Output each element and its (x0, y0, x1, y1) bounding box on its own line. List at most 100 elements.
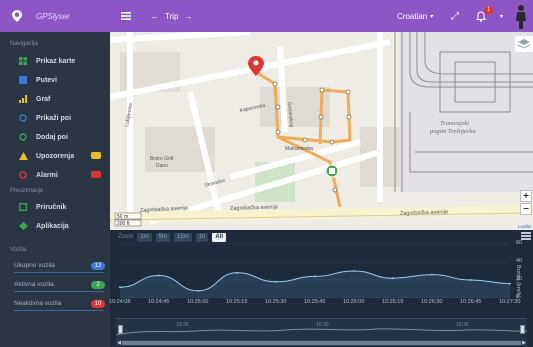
stat-label: Neaktivna vozila (14, 300, 62, 307)
sidebar-item-add-poi[interactable]: Dodaj poi (0, 129, 110, 145)
sidebar-item-label: Alarmi (36, 171, 58, 179)
chart-scrollbar[interactable]: ◀ ▶ (116, 340, 527, 346)
data-point[interactable] (470, 279, 472, 281)
map-canvas[interactable]: Lubljanska Kapucinska Gorjanskog Maksimi… (110, 32, 533, 230)
stat-badge: 12 (91, 262, 105, 270)
street-label: Maksimirska (285, 146, 313, 152)
speed-chart-panel: Zoom 1m 5m 15m 1h All 10:24:08 10:24:45 10… (109, 230, 533, 347)
zoom-in-button[interactable]: + (520, 190, 532, 202)
stat-active-vehicles[interactable]: Aktivna vozila 2 (14, 281, 105, 293)
location-pin-icon (12, 10, 22, 22)
notification-badge: 1 (484, 6, 494, 15)
section-title-tools: Preuzimanje (10, 188, 44, 194)
stat-total-vehicles[interactable]: Ukupno vozila 12 (14, 262, 105, 274)
map-scale: 50 m 200 ft (114, 212, 142, 227)
sidebar-item-alarms[interactable]: Alarmi (0, 167, 110, 183)
sidebar: Navigacija Prikaz karte Putevi Graf Prik… (0, 32, 110, 347)
x-tick-label: 10:26:00 (343, 299, 365, 305)
fullscreen-button[interactable]: ⤢ (451, 0, 459, 32)
user-avatar[interactable] (513, 0, 529, 32)
sidebar-item-label: Putevi (36, 76, 58, 84)
divider (14, 291, 104, 292)
sidebar-item-label: Aplikacija (36, 222, 69, 230)
stat-label: Aktivna vozila (14, 281, 54, 288)
chevron-down-icon: ▾ (430, 13, 434, 20)
user-menu-toggle[interactable]: ▾ (500, 0, 503, 32)
chevron-down-icon: ▾ (500, 13, 504, 20)
menu-toggle-button[interactable] (121, 0, 135, 32)
place-label: Dano (156, 163, 168, 169)
scale-imperial: 200 ft (117, 221, 130, 227)
sidebar-item-manual[interactable]: Priručnik (0, 199, 110, 215)
route-icon (18, 75, 28, 85)
x-tick-label: 10:25:15 (226, 299, 248, 305)
zoom-out-button[interactable]: − (520, 203, 532, 215)
sidebar-item-label: Prikaz karte (36, 57, 76, 65)
data-point[interactable] (392, 277, 394, 280)
map-view[interactable]: Lubljanska Kapucinska Gorjanskog Maksimi… (110, 32, 533, 230)
data-point[interactable] (197, 289, 199, 292)
stat-badge: 2 (91, 281, 105, 289)
data-point[interactable] (353, 270, 355, 272)
data-point[interactable] (275, 280, 277, 283)
sidebar-item-routes[interactable]: Putevi (0, 72, 110, 88)
top-bar: GPSlyser ← Trip → Croatian ▾ ⤢ 1 ▾ (0, 0, 533, 32)
chart-navigator[interactable]: 10:25 10:30 10:35 (115, 318, 528, 340)
data-point[interactable] (314, 275, 316, 278)
user-figure-icon (516, 5, 526, 29)
sidebar-item-graph[interactable]: Graf (0, 91, 110, 107)
arrow-right-icon[interactable]: → (184, 12, 192, 21)
y-tick-label: 60 (516, 240, 523, 246)
place-label: Tramvajski (440, 120, 469, 127)
data-point[interactable] (236, 271, 238, 274)
section-title-vehicles: Vozila (10, 247, 27, 253)
data-point[interactable] (509, 282, 511, 285)
vehicle-marker[interactable] (325, 164, 339, 178)
sidebar-item-app[interactable]: Aplikacija (0, 218, 110, 234)
hamburger-icon (121, 12, 131, 20)
navigator-handle-left[interactable] (118, 325, 123, 334)
scale-metric: 50 m (117, 214, 128, 220)
x-tick-label: 10:25:00 (187, 299, 209, 305)
warnings-tag (91, 152, 101, 159)
brand-name: GPSlyser (36, 11, 70, 21)
sidebar-item-label: Graf (36, 95, 51, 103)
sidebar-item-label: Prikaži poi (36, 114, 72, 122)
navigator-series: 10:25 10:30 10:35 (115, 322, 528, 336)
layers-button[interactable] (515, 36, 533, 52)
expand-icon: ⤢ (451, 10, 459, 22)
navigator-label: 10:30 (316, 322, 329, 328)
notifications-button[interactable]: 1 (476, 0, 494, 32)
data-point[interactable] (158, 274, 160, 277)
x-tick-label: 10:26:45 (460, 299, 482, 305)
stat-inactive-vehicles[interactable]: Neaktivna vozila 10 (14, 300, 105, 312)
navigator-label: 10:25 (176, 322, 189, 328)
x-tick-label: 10:24:08 (109, 299, 131, 305)
sidebar-item-show-poi[interactable]: Prikaži poi (0, 110, 110, 126)
scroll-right-icon[interactable]: ▶ (521, 340, 527, 346)
trip-label: Trip (165, 11, 179, 21)
data-point[interactable] (119, 286, 121, 289)
app-icon (18, 221, 28, 231)
manual-icon (18, 202, 28, 212)
poi-icon (18, 113, 28, 123)
arrow-left-icon[interactable]: ← (151, 12, 159, 21)
scrollbar-thumb[interactable] (122, 341, 521, 345)
language-select[interactable]: Croatian ▾ (397, 0, 433, 32)
x-tick-label: 10:25:45 (304, 299, 326, 305)
series-area (120, 271, 510, 298)
speed-chart[interactable] (110, 230, 533, 308)
trip-navigation: ← Trip → (148, 0, 195, 32)
stat-badge: 10 (91, 300, 105, 308)
place-label: pogon Trešnjevka (429, 128, 476, 135)
data-point[interactable] (431, 273, 433, 276)
map-attribution[interactable]: Leaflet (518, 224, 532, 229)
sidebar-item-map[interactable]: Prikaz karte (0, 53, 110, 69)
place-label: Bistro Grill (150, 156, 173, 162)
navigator-handle-right[interactable] (520, 325, 525, 334)
alarm-icon (18, 170, 28, 180)
logo[interactable]: GPSlyser (0, 0, 110, 32)
divider (14, 272, 104, 273)
sidebar-item-warnings[interactable]: Upozorenja (0, 148, 110, 164)
language-label: Croatian (397, 11, 428, 21)
